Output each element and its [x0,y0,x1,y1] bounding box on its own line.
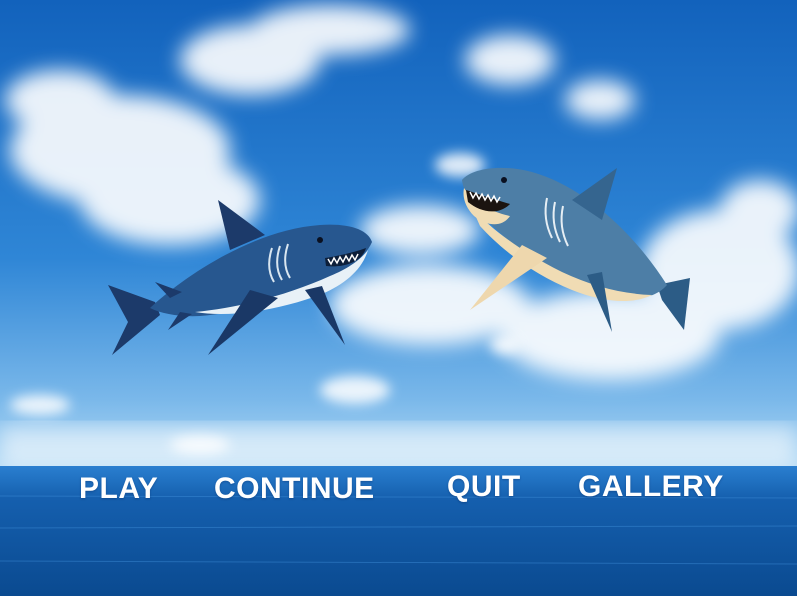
play-button[interactable]: PLAY [79,472,158,506]
gallery-button[interactable]: GALLERY [578,470,724,504]
shark-left [108,200,372,355]
game-title-screen: PLAY CONTINUE QUIT GALLERY [0,0,797,596]
quit-button[interactable]: QUIT [447,470,521,504]
continue-button[interactable]: CONTINUE [214,472,375,506]
shark-right [462,167,690,332]
